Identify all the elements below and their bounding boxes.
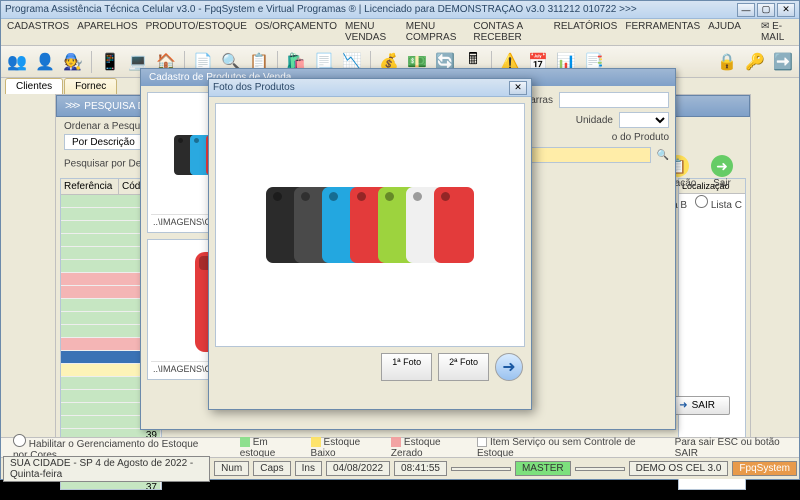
status-brand: FpqSystem	[732, 461, 797, 476]
foto-image	[215, 103, 525, 347]
menu-contas[interactable]: CONTAS A RECEBER	[473, 21, 545, 43]
tb-phone-icon[interactable]: 📱	[98, 50, 122, 74]
unidade-select[interactable]	[619, 112, 669, 128]
legend-baixo: Estoque Baixo	[311, 437, 377, 459]
legend-item: Item Serviço ou sem Controle de Estoque	[477, 437, 647, 459]
menu-cadastros[interactable]: CADASTROS	[7, 21, 69, 43]
titlebar: Programa Assistência Técnica Celular v3.…	[1, 1, 799, 19]
foto-1-button[interactable]: 1ª Foto	[381, 353, 432, 381]
foto-2-button[interactable]: 2ª Foto	[438, 353, 489, 381]
tb-key-icon[interactable]: 🔑	[743, 50, 767, 74]
status-caps: Caps	[253, 461, 290, 476]
status-num: Num	[214, 461, 249, 476]
menu-compras[interactable]: MENU COMPRAS	[406, 21, 466, 43]
menu-relatorios[interactable]: RELATÓRIOS	[554, 21, 618, 43]
lbl-prod: o do Produto	[612, 132, 669, 143]
legend-bar: Habilitar o Gerenciamento do Estoque por…	[1, 437, 799, 457]
status-ins: Ins	[295, 461, 322, 476]
foto-close-button[interactable]: ✕	[509, 81, 527, 95]
codbarras-input[interactable]	[559, 92, 669, 108]
foto-titlebar: Foto dos Produtos ✕	[209, 79, 531, 97]
legend-em: Em estoque	[240, 437, 297, 459]
tb-user-icon[interactable]: 👤	[33, 50, 57, 74]
tb-users-icon[interactable]: 👥	[5, 50, 29, 74]
lbl-unidade: Unidade	[576, 115, 613, 126]
menu-os[interactable]: OS/ORÇAMENTO	[255, 21, 337, 43]
status-date: 04/08/2022	[326, 461, 390, 476]
tb-exit-icon[interactable]: ➡️	[771, 50, 795, 74]
email-button[interactable]: E-MAIL	[761, 21, 784, 43]
menu-ajuda[interactable]: AJUDA	[708, 21, 741, 43]
maximize-button[interactable]: ▢	[757, 3, 775, 17]
status-master: MASTER	[515, 461, 571, 476]
tab-clientes[interactable]: Clientes	[5, 78, 63, 94]
foto-next-button[interactable]: ➜	[495, 353, 523, 381]
arrows-icon: >>>	[65, 100, 78, 112]
status-demo: DEMO OS CEL 3.0	[629, 461, 729, 476]
search-small-icon[interactable]: 🔍	[657, 150, 669, 161]
menu-vendas[interactable]: MENU VENDAS	[345, 21, 398, 43]
sair-button[interactable]: ➜Sair	[702, 155, 742, 189]
tb-worker-icon[interactable]: 🧑‍🔧	[61, 50, 85, 74]
status-time: 08:41:55	[394, 461, 447, 476]
tb-lock-icon[interactable]: 🔒	[715, 50, 739, 74]
status-bar: SUA CIDADE - SP 4 de Agosto de 2022 - Qu…	[1, 457, 799, 479]
menu-aparelhos[interactable]: APARELHOS	[77, 21, 137, 43]
tab-fornec[interactable]: Fornec	[64, 78, 117, 94]
app-title: Programa Assistência Técnica Celular v3.…	[5, 4, 737, 15]
close-button[interactable]: ✕	[777, 3, 795, 17]
menu-ferramentas[interactable]: FERRAMENTAS	[625, 21, 700, 43]
table-row[interactable]: 37	[61, 481, 161, 490]
lista-c-radio[interactable]: Lista C	[695, 195, 742, 211]
legend-zerado: Estoque Zerado	[391, 437, 463, 459]
legend-sair: Para sair ESC ou botão SAIR	[675, 437, 787, 459]
menubar: CADASTROS APARELHOS PRODUTO/ESTOQUE OS/O…	[1, 19, 799, 46]
foto-title: Foto dos Produtos	[213, 82, 509, 93]
foto-window: Foto dos Produtos ✕ 1ª Foto 2ª Foto ➜	[208, 78, 532, 410]
status-location: SUA CIDADE - SP 4 de Agosto de 2022 - Qu…	[3, 456, 210, 482]
col-referencia: Referência	[61, 179, 119, 194]
minimize-button[interactable]: —	[737, 3, 755, 17]
menu-produto[interactable]: PRODUTO/ESTOQUE	[146, 21, 247, 43]
